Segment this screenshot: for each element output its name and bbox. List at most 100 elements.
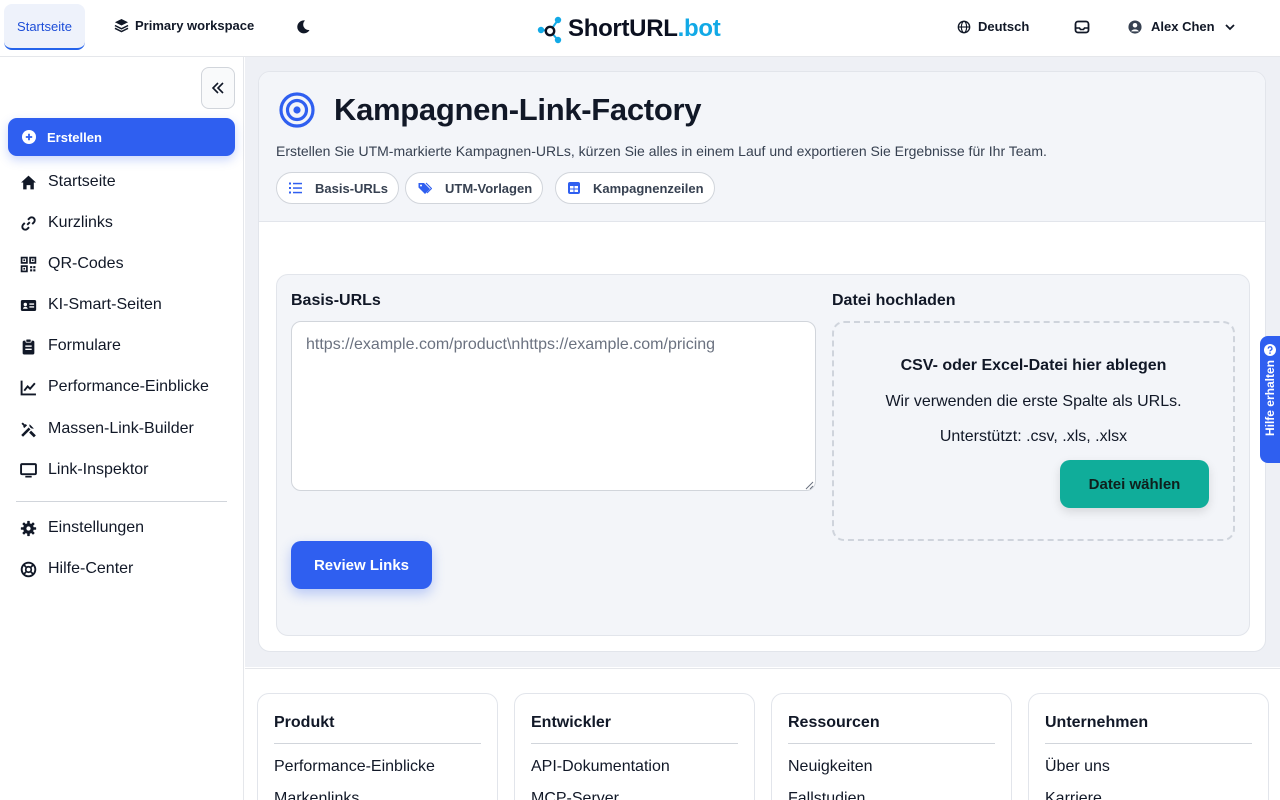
card-header: Kampagnen-Link-Factory Erstellen Sie UTM… [259, 72, 1265, 222]
chip-label: Kampagnenzeilen [593, 180, 704, 196]
inbox-button[interactable] [1074, 19, 1090, 35]
globe-icon [957, 20, 971, 34]
sidebar-item-label: Massen-Link-Builder [48, 420, 194, 437]
sidebar-item-label: QR-Codes [48, 255, 124, 272]
share-nodes-icon [536, 14, 564, 44]
sidebar-item-label: Startseite [48, 173, 116, 190]
sidebar-item-performance-einblicke[interactable]: Performance-Einblicke [20, 378, 209, 396]
footer-heading: Ressourcen [788, 714, 880, 731]
language-label: Deutsch [978, 19, 1030, 34]
home-icon [20, 174, 37, 191]
sidebar-item-label: Link-Inspektor [48, 461, 149, 478]
footer-heading: Unternehmen [1045, 714, 1149, 731]
footer-link[interactable]: Markenlinks [274, 790, 359, 800]
layers-icon [114, 18, 129, 33]
sidebar-item-kurzlinks[interactable]: Kurzlinks [20, 214, 113, 232]
footer-column-entwickler: Entwickler API-Dokumentation MCP-Server [514, 693, 755, 800]
language-selector[interactable]: Deutsch [957, 19, 1029, 34]
footer-link[interactable]: Neuigkeiten [788, 758, 873, 776]
workspace-switcher[interactable]: Primary workspace [114, 18, 254, 33]
gear-icon [20, 520, 37, 537]
sidebar-item-formulare[interactable]: Formulare [20, 337, 121, 355]
review-links-button[interactable]: Review Links [291, 541, 432, 589]
dark-mode-toggle[interactable] [295, 19, 311, 35]
sidebar-item-label: Formulare [48, 337, 121, 354]
sidebar-item-ki-smart-seiten[interactable]: KI-Smart-Seiten [20, 296, 162, 314]
footer: Produkt Performance-Einblicke Markenlink… [245, 668, 1280, 800]
footer-heading: Produkt [274, 714, 335, 731]
user-name: Alex Chen [1151, 19, 1215, 34]
chip-kampagnenzeilen[interactable]: Kampagnenzeilen [555, 172, 715, 204]
tab-startseite[interactable]: Startseite [4, 4, 85, 50]
chip-label: UTM-Vorlagen [445, 180, 533, 196]
create-label: Erstellen [47, 129, 102, 145]
footer-divider [788, 743, 995, 744]
footer-link[interactable]: API-Dokumentation [531, 758, 670, 776]
list-icon [289, 182, 302, 194]
target-icon [279, 92, 315, 128]
sidebar-item-link-inspektor[interactable]: Link-Inspektor [20, 461, 149, 479]
sidebar-divider [16, 501, 227, 502]
footer-divider [531, 743, 738, 744]
file-dropzone[interactable]: CSV- oder Excel-Datei hier ablegen Wir v… [832, 321, 1235, 541]
table-icon [568, 182, 580, 194]
tools-icon [20, 421, 37, 438]
logo[interactable]: ShortURL.bot [536, 14, 721, 44]
top-bar: Startseite Primary workspace ShortURL.bo… [0, 0, 1280, 57]
inbox-icon [1074, 19, 1090, 35]
choose-file-button[interactable]: Datei wählen [1060, 460, 1209, 508]
sidebar-item-startseite[interactable]: Startseite [20, 173, 116, 191]
dropzone-hint: Wir verwenden die erste Spalte als URLs. [885, 393, 1182, 410]
chart-line-icon [20, 379, 37, 396]
link-icon [20, 215, 37, 232]
plus-circle-icon [22, 130, 36, 144]
dropzone-title: CSV- oder Excel-Datei hier ablegen [900, 357, 1167, 374]
footer-link[interactable]: Karriere [1045, 790, 1102, 800]
sidebar-item-label: Hilfe-Center [48, 560, 134, 577]
sidebar-item-hilfe-center[interactable]: Hilfe-Center [20, 560, 133, 578]
help-tab[interactable]: Hilfe erhalten [1260, 336, 1280, 463]
base-urls-input[interactable] [291, 321, 816, 491]
chip-basis-urls[interactable]: Basis-URLs [276, 172, 399, 204]
create-button[interactable]: Erstellen [8, 118, 235, 156]
footer-link[interactable]: Performance-Einblicke [274, 758, 435, 776]
chevron-down-icon [1224, 21, 1236, 33]
user-avatar-icon [1128, 19, 1142, 34]
footer-heading: Entwickler [531, 714, 612, 731]
footer-link[interactable]: MCP-Server [531, 790, 619, 800]
sidebar-item-label: Einstellungen [48, 519, 145, 536]
clipboard-icon [20, 338, 37, 355]
sidebar-item-label: Kurzlinks [48, 214, 113, 231]
tab-startseite-label: Startseite [17, 18, 72, 34]
help-tab-label: Hilfe erhalten [1263, 360, 1277, 437]
qr-code-icon [20, 256, 37, 273]
chip-label: Basis-URLs [315, 180, 388, 196]
footer-link[interactable]: Über uns [1045, 758, 1110, 776]
sidebar-item-einstellungen[interactable]: Einstellungen [20, 519, 144, 537]
sidebar-item-label: KI-Smart-Seiten [48, 296, 162, 313]
user-menu[interactable]: Alex Chen [1128, 19, 1236, 34]
sidebar-item-label: Performance-Einblicke [48, 378, 209, 395]
sidebar: Erstellen Startseite Kurzlinks QR-Codes … [0, 57, 244, 800]
footer-link[interactable]: Fallstudien [788, 790, 865, 800]
footer-divider [1045, 743, 1252, 744]
resize-handle-icon[interactable] [804, 480, 814, 490]
chevrons-left-icon [211, 81, 225, 95]
dropzone-formats: Unterstützt: .csv, .xls, .xlsx [939, 428, 1128, 445]
chip-utm-vorlagen[interactable]: UTM-Vorlagen [405, 172, 544, 204]
monitor-icon [20, 462, 37, 479]
base-urls-label: Basis-URLs [291, 292, 381, 309]
footer-column-produkt: Produkt Performance-Einblicke Markenlink… [257, 693, 498, 800]
footer-column-unternehmen: Unternehmen Über uns Karriere [1028, 693, 1269, 800]
id-card-icon [20, 297, 37, 314]
collapse-sidebar-button[interactable] [201, 67, 235, 109]
footer-divider [274, 743, 481, 744]
sidebar-item-qr-codes[interactable]: QR-Codes [20, 255, 124, 273]
input-panel: Basis-URLs Datei hochladen CSV- oder Exc… [276, 274, 1250, 636]
lifebuoy-icon [20, 561, 37, 578]
campaign-factory-card: Kampagnen-Link-Factory Erstellen Sie UTM… [258, 71, 1266, 652]
tags-icon [418, 182, 432, 195]
question-circle-icon [1264, 344, 1276, 356]
sidebar-item-massen-link-builder[interactable]: Massen-Link-Builder [20, 420, 194, 438]
moon-icon [295, 19, 311, 35]
